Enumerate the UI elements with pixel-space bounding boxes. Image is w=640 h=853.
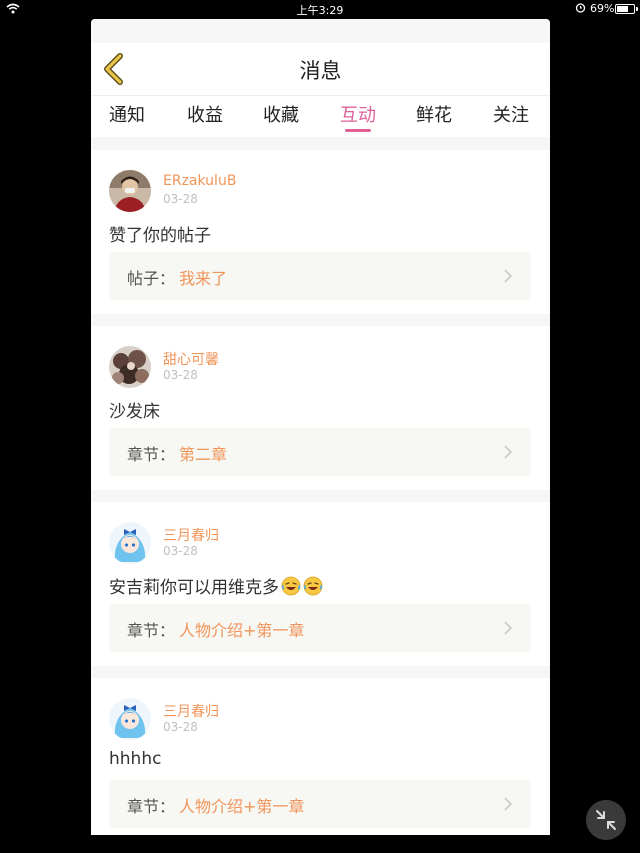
tab-flowers[interactable]: 鲜花: [416, 101, 452, 127]
message-date: 03-28: [163, 544, 198, 558]
tab-interactions[interactable]: 互动: [340, 101, 376, 132]
avatar[interactable]: [109, 698, 151, 740]
username[interactable]: ERzakuluB: [163, 173, 236, 189]
tab-label: 通知: [109, 105, 145, 126]
message-content: 赞了你的帖子: [109, 221, 211, 246]
avatar[interactable]: [109, 346, 151, 388]
chevron-right-icon: [504, 269, 513, 283]
message-date: 03-28: [163, 368, 198, 382]
message-list: ERzakuluB 03-28 赞了你的帖子 帖子： 我来了 甜心可馨 03-2…: [91, 150, 550, 835]
reference-link[interactable]: 章节： 人物介绍+第一章: [109, 604, 531, 652]
tab-label: 鲜花: [416, 105, 452, 126]
username[interactable]: 三月春归: [163, 525, 219, 545]
message-text: 赞了你的帖子: [109, 226, 211, 246]
list-item: 甜心可馨 03-28 沙发床 章节： 第二章: [91, 326, 550, 490]
message-content: 沙发床: [109, 397, 160, 422]
message-text: hhhhc: [109, 749, 162, 769]
tab-following[interactable]: 关注: [493, 101, 529, 127]
tab-label: 收藏: [263, 105, 299, 126]
chevron-right-icon: [504, 445, 513, 459]
tab-notifications[interactable]: 通知: [109, 101, 145, 127]
message-content: 安吉莉你可以用维克多: [109, 573, 323, 598]
tab-underline: [345, 129, 371, 132]
laughing-emoji-icon: [281, 576, 301, 596]
app-window: 消息 通知 收益 收藏 互动 鲜花 关注 ERzakuluB 03-28 赞了你…: [91, 19, 550, 835]
reference-link[interactable]: 帖子： 我来了: [109, 252, 531, 300]
tab-label: 互动: [340, 105, 376, 126]
status-bar: 上午3:29 69%: [0, 0, 640, 18]
username[interactable]: 甜心可馨: [163, 349, 219, 369]
header: 消息: [91, 43, 550, 95]
message-date: 03-28: [163, 720, 198, 734]
tab-label: 收益: [187, 105, 223, 126]
battery-fill: [617, 6, 629, 12]
tab-favorites[interactable]: 收藏: [263, 101, 299, 127]
back-button[interactable]: [101, 53, 127, 85]
reference-link[interactable]: 章节： 第二章: [109, 428, 531, 476]
username[interactable]: 三月春归: [163, 701, 219, 721]
reference-label: 帖子：: [127, 269, 176, 288]
message-text: 安吉莉你可以用维克多: [109, 578, 279, 598]
chevron-right-icon: [504, 797, 513, 811]
chevron-right-icon: [504, 621, 513, 635]
reference-label: 章节：: [127, 621, 176, 640]
shrink-button[interactable]: [586, 800, 626, 840]
reference-link[interactable]: 章节： 人物介绍+第一章: [109, 780, 531, 828]
list-item: ERzakuluB 03-28 赞了你的帖子 帖子： 我来了: [91, 150, 550, 314]
reference-title: 人物介绍+第一章: [179, 797, 305, 816]
battery-icon: [615, 4, 638, 14]
avatar[interactable]: [109, 522, 151, 564]
status-time: 上午3:29: [296, 4, 344, 17]
page-title: 消息: [299, 59, 342, 83]
message-content: hhhhc: [109, 749, 161, 769]
list-item: 三月春归 03-28 安吉莉你可以用维克多 章节： 人物介绍+第一章: [91, 502, 550, 666]
reference-label: 章节：: [127, 797, 176, 816]
top-strip: [91, 19, 550, 43]
battery-percent: 69%: [590, 2, 615, 15]
tab-earnings[interactable]: 收益: [187, 101, 223, 127]
tab-bar: 通知 收益 收藏 互动 鲜花 关注: [91, 95, 550, 137]
tab-label: 关注: [493, 105, 529, 126]
list-item: 三月春归 03-28 hhhhc 章节： 人物介绍+第一章: [91, 678, 550, 835]
reference-title: 第二章: [179, 445, 228, 464]
laughing-emoji-icon: [303, 576, 323, 596]
message-date: 03-28: [163, 192, 198, 206]
reference-title: 人物介绍+第一章: [179, 621, 305, 640]
avatar[interactable]: [109, 170, 151, 212]
reference-label: 章节：: [127, 445, 176, 464]
message-text: 沙发床: [109, 402, 160, 422]
alarm-icon: [575, 3, 586, 13]
battery-nub: [636, 7, 638, 11]
reference-title: 我来了: [179, 269, 228, 288]
